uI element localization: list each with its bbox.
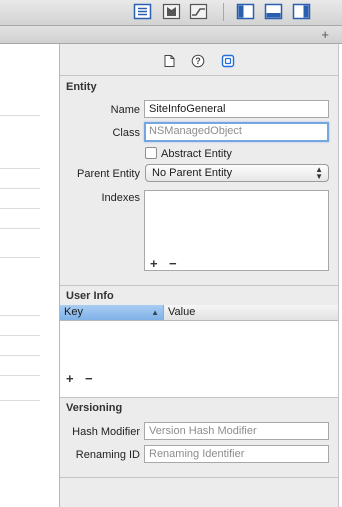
add-button[interactable]: + <box>321 27 329 42</box>
section-divider <box>60 285 338 286</box>
sort-ascending-icon: ▲ <box>151 308 159 317</box>
navigator-toggle-icon[interactable] <box>236 3 255 20</box>
abstract-entity-label: Abstract Entity <box>161 148 232 160</box>
editor-pane <box>0 44 60 507</box>
window-edge <box>338 44 342 507</box>
user-info-table-header: Key ▲ Value <box>60 305 338 321</box>
list-row-divider <box>0 315 40 316</box>
section-divider <box>60 477 338 478</box>
entity-section-title: Entity <box>66 81 97 93</box>
toolbar-separator <box>223 3 224 21</box>
user-info-table[interactable] <box>60 321 338 397</box>
add-index-button[interactable]: + <box>150 256 158 271</box>
data-model-inspector-icon[interactable] <box>221 54 235 68</box>
assistant-editor-icon[interactable] <box>162 3 181 20</box>
jump-bar: + <box>0 26 342 44</box>
toolbar <box>0 0 342 26</box>
list-row-divider <box>0 335 40 336</box>
key-column-header[interactable]: Key ▲ <box>60 305 164 320</box>
debug-area-toggle-icon[interactable] <box>264 3 283 20</box>
list-row-divider <box>0 208 40 209</box>
svg-text:?: ? <box>195 56 201 66</box>
list-row-divider <box>0 400 40 401</box>
standard-editor-icon[interactable] <box>133 3 152 20</box>
user-info-section-title: User Info <box>66 290 114 302</box>
abstract-entity-checkbox[interactable] <box>145 147 157 159</box>
list-row-divider <box>0 375 40 376</box>
inspector-selector-bar: ? <box>60 44 338 76</box>
list-row-divider <box>0 257 40 258</box>
value-column-header[interactable]: Value <box>164 305 195 321</box>
section-divider <box>60 397 338 398</box>
class-label: Class <box>112 127 140 139</box>
utilities-toggle-icon[interactable] <box>292 3 311 20</box>
hash-modifier-label: Hash Modifier <box>72 426 140 438</box>
popup-arrows-icon: ▲ ▼ <box>315 165 323 181</box>
parent-entity-select[interactable]: No Parent Entity ▲ ▼ <box>145 164 329 182</box>
remove-user-info-button[interactable]: − <box>85 371 93 386</box>
list-row-divider <box>0 228 40 229</box>
renaming-id-field[interactable]: Renaming Identifier <box>144 445 329 463</box>
quick-help-icon[interactable]: ? <box>191 54 205 68</box>
add-user-info-button[interactable]: + <box>66 371 74 386</box>
remove-index-button[interactable]: − <box>169 256 177 271</box>
parent-entity-label: Parent Entity <box>77 168 140 180</box>
version-editor-icon[interactable] <box>189 3 208 20</box>
list-row-divider <box>0 115 40 116</box>
indexes-label: Indexes <box>101 192 140 204</box>
versioning-section-title: Versioning <box>66 402 123 414</box>
list-row-divider <box>0 168 40 169</box>
list-row-divider <box>0 188 40 189</box>
entity-class-field[interactable]: NSManagedObject <box>144 122 329 142</box>
name-label: Name <box>110 104 140 116</box>
list-row-divider <box>0 355 40 356</box>
file-inspector-icon[interactable] <box>162 54 176 68</box>
entity-name-field[interactable]: SiteInfoGeneral <box>144 100 329 118</box>
hash-modifier-field[interactable]: Version Hash Modifier <box>144 422 329 440</box>
renaming-id-label: Renaming ID <box>75 449 140 461</box>
parent-entity-value: No Parent Entity <box>152 167 233 179</box>
